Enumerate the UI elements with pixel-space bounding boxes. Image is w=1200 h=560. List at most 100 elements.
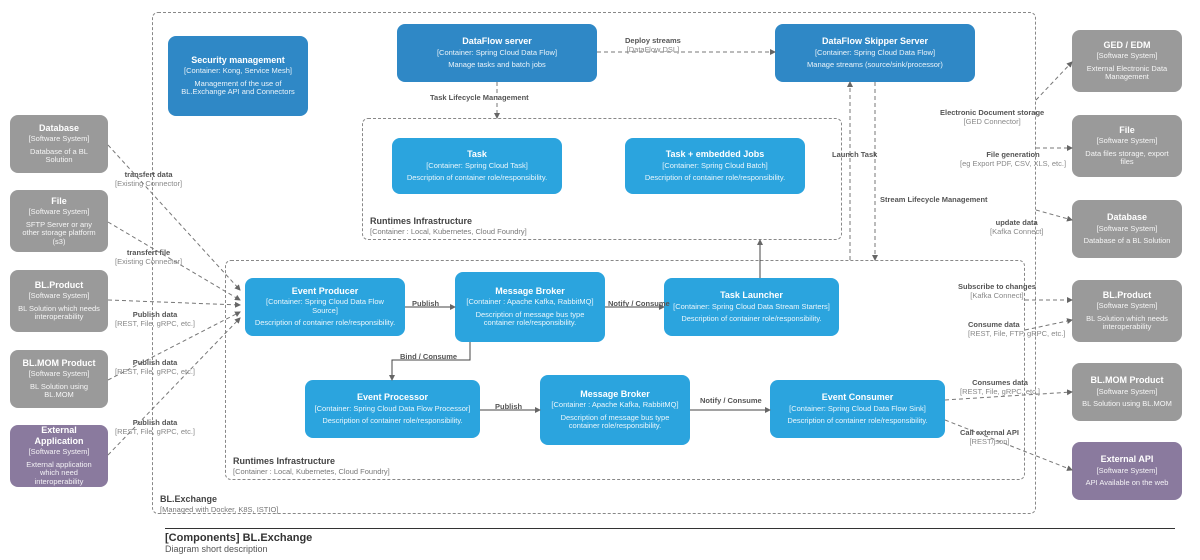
s: [Container: Spring Cloud Data Stream Sta… bbox=[672, 303, 831, 312]
diagram-caption: [Components] BL.Exchange Diagram short d… bbox=[165, 528, 1175, 554]
t: BL.Product bbox=[18, 280, 100, 290]
d: Management of the use of BL.Exchange API… bbox=[176, 80, 300, 97]
edge-publish-2: Publish bbox=[495, 402, 522, 411]
edge-stream-lifecycle: Stream Lifecycle Management bbox=[880, 195, 988, 204]
ext-ged: GED / EDM [Software System] External Ele… bbox=[1072, 30, 1182, 92]
d: Database of a BL Solution bbox=[1080, 237, 1174, 246]
s: [Container: Spring Cloud Data Flow Sourc… bbox=[253, 298, 397, 315]
t: Security management bbox=[176, 55, 300, 65]
t: File bbox=[18, 196, 100, 206]
edge-publish-data-2: Publish data[REST, File, gRPC, etc.] bbox=[115, 358, 195, 376]
edge-subscribe: Subscribe to changes[Kafka Connect] bbox=[958, 282, 1036, 300]
ext-product-right: BL.Product [Software System] BL Solution… bbox=[1072, 280, 1182, 342]
s: [Software System] bbox=[1080, 302, 1174, 311]
s: [Software System] bbox=[18, 292, 100, 301]
edge-consumes-data: Consumes data[REST, File, gRPC, etc.] bbox=[960, 378, 1040, 396]
ext-api-right: External API [Software System] API Avail… bbox=[1072, 442, 1182, 500]
t: Event Processor bbox=[313, 392, 472, 402]
edge-update-data: update data[Kafka Connect] bbox=[990, 218, 1043, 236]
group-runtimes-bottom-sub: [Container : Local, Kubernetes, Cloud Fo… bbox=[233, 467, 390, 476]
t: File bbox=[1080, 125, 1174, 135]
node-message-broker-1: Message Broker [Container : Apache Kafka… bbox=[455, 272, 605, 342]
d: Description of message bus type containe… bbox=[463, 311, 597, 328]
t: Task bbox=[400, 149, 554, 159]
d: Data files storage, export files bbox=[1080, 150, 1174, 167]
edge-transfert-data: transfert data[Existing Connector] bbox=[115, 170, 182, 188]
ext-database-left: Database [Software System] Database of a… bbox=[10, 115, 108, 173]
caption-subtitle: Diagram short description bbox=[165, 544, 1175, 554]
s: [Container: Spring Cloud Task] bbox=[400, 162, 554, 171]
t: DataFlow Skipper Server bbox=[783, 36, 967, 46]
s: [Software System] bbox=[18, 208, 100, 217]
node-task: Task [Container: Spring Cloud Task] Desc… bbox=[392, 138, 562, 194]
s: [Container : Apache Kafka, RabbitMQ] bbox=[463, 298, 597, 307]
node-dataflow-server: DataFlow server [Container: Spring Cloud… bbox=[397, 24, 597, 82]
node-message-broker-2: Message Broker [Container : Apache Kafka… bbox=[540, 375, 690, 445]
node-task-launcher: Task Launcher [Container: Spring Cloud D… bbox=[664, 278, 839, 336]
t: Message Broker bbox=[548, 389, 682, 399]
s: [Container: Spring Cloud Data Flow Sink] bbox=[778, 405, 937, 414]
edge-file-gen: File generation[eg Export PDF, CSV, XLS,… bbox=[960, 150, 1066, 168]
d: Database of a BL Solution bbox=[18, 148, 100, 165]
s: [Software System] bbox=[18, 135, 100, 144]
s: [Container: Spring Cloud Data Flow] bbox=[783, 49, 967, 58]
group-bl-exchange-title: BL.Exchange bbox=[160, 494, 217, 504]
edge-publish-data-1: Publish data[REST, File, gRPC, etc.] bbox=[115, 310, 195, 328]
s: [Container: Kong, Service Mesh] bbox=[176, 67, 300, 76]
edge-deploy-streams: Deploy streams[DataFlow DSL] bbox=[625, 36, 681, 54]
edge-transfert-file: transfert file[Existing Connector] bbox=[115, 248, 182, 266]
d: External Electronic Data Management bbox=[1080, 65, 1174, 82]
ext-product-left: BL.Product [Software System] BL Solution… bbox=[10, 270, 108, 332]
t: External API bbox=[1080, 454, 1174, 464]
s: [Software System] bbox=[1080, 467, 1174, 476]
t: Task + embedded Jobs bbox=[633, 149, 797, 159]
edge-notify-1: Notify / Consume bbox=[608, 299, 670, 308]
d: Description of container role/responsibi… bbox=[672, 315, 831, 324]
t: Message Broker bbox=[463, 286, 597, 296]
d: Description of container role/responsibi… bbox=[313, 417, 472, 426]
t: Event Producer bbox=[253, 286, 397, 296]
t: External Application bbox=[18, 425, 100, 446]
diagram-canvas: BL.Exchange [Managed with Docker, K8S, I… bbox=[0, 0, 1200, 560]
d: Description of message bus type containe… bbox=[548, 414, 682, 431]
ext-file-right: File [Software System] Data files storag… bbox=[1072, 115, 1182, 177]
d: BL Solution using BL.MOM bbox=[18, 383, 100, 400]
t: BL.MOM Product bbox=[18, 358, 100, 368]
t: DataFlow server bbox=[405, 36, 589, 46]
d: Description of container role/responsibi… bbox=[253, 319, 397, 328]
ext-mom-left: BL.MOM Product [Software System] BL Solu… bbox=[10, 350, 108, 408]
d: Description of container role/responsibi… bbox=[400, 174, 554, 183]
s: [Container : Apache Kafka, RabbitMQ] bbox=[548, 401, 682, 410]
t: Database bbox=[18, 123, 100, 133]
node-event-consumer: Event Consumer [Container: Spring Cloud … bbox=[770, 380, 945, 438]
ext-file-left: File [Software System] SFTP Server or an… bbox=[10, 190, 108, 252]
d: BL Solution using BL.MOM bbox=[1080, 400, 1174, 409]
node-skipper-server: DataFlow Skipper Server [Container: Spri… bbox=[775, 24, 975, 82]
d: Manage tasks and batch jobs bbox=[405, 61, 589, 70]
node-task-jobs: Task + embedded Jobs [Container: Spring … bbox=[625, 138, 805, 194]
d: Description of container role/responsibi… bbox=[778, 417, 937, 426]
edge-publish-data-3: Publish data[REST, File, gRPC, etc.] bbox=[115, 418, 195, 436]
d: SFTP Server or any other storage platfor… bbox=[18, 221, 100, 247]
s: [Software System] bbox=[18, 370, 100, 379]
s: [Software System] bbox=[1080, 388, 1174, 397]
d: Manage streams (source/sink/processor) bbox=[783, 61, 967, 70]
node-event-producer: Event Producer [Container: Spring Cloud … bbox=[245, 278, 405, 336]
edge-task-lifecycle: Task Lifecycle Management bbox=[430, 93, 529, 102]
t: Task Launcher bbox=[672, 290, 831, 300]
s: [Software System] bbox=[1080, 225, 1174, 234]
s: [Container: Spring Cloud Data Flow Proce… bbox=[313, 405, 472, 414]
edge-ged: Electronic Document storage[GED Connecto… bbox=[940, 108, 1044, 126]
edge-consume-data: Consume data[REST, File, FTP, gRPC, etc.… bbox=[968, 320, 1065, 338]
s: [Container: Spring Cloud Batch] bbox=[633, 162, 797, 171]
t: Event Consumer bbox=[778, 392, 937, 402]
caption-title: [Components] BL.Exchange bbox=[165, 532, 1175, 544]
group-bl-exchange-sub: [Managed with Docker, K8S, ISTIO] bbox=[160, 505, 278, 514]
ext-application-left: External Application [Software System] E… bbox=[10, 425, 108, 487]
ext-database-right: Database [Software System] Database of a… bbox=[1072, 200, 1182, 258]
group-runtimes-top-title: Runtimes Infrastructure bbox=[370, 216, 472, 226]
s: [Container: Spring Cloud Data Flow] bbox=[405, 49, 589, 58]
edge-launch-task: Launch Task bbox=[832, 150, 877, 159]
d: External application which need interope… bbox=[18, 461, 100, 487]
group-runtimes-bottom-title: Runtimes Infrastructure bbox=[233, 456, 335, 466]
